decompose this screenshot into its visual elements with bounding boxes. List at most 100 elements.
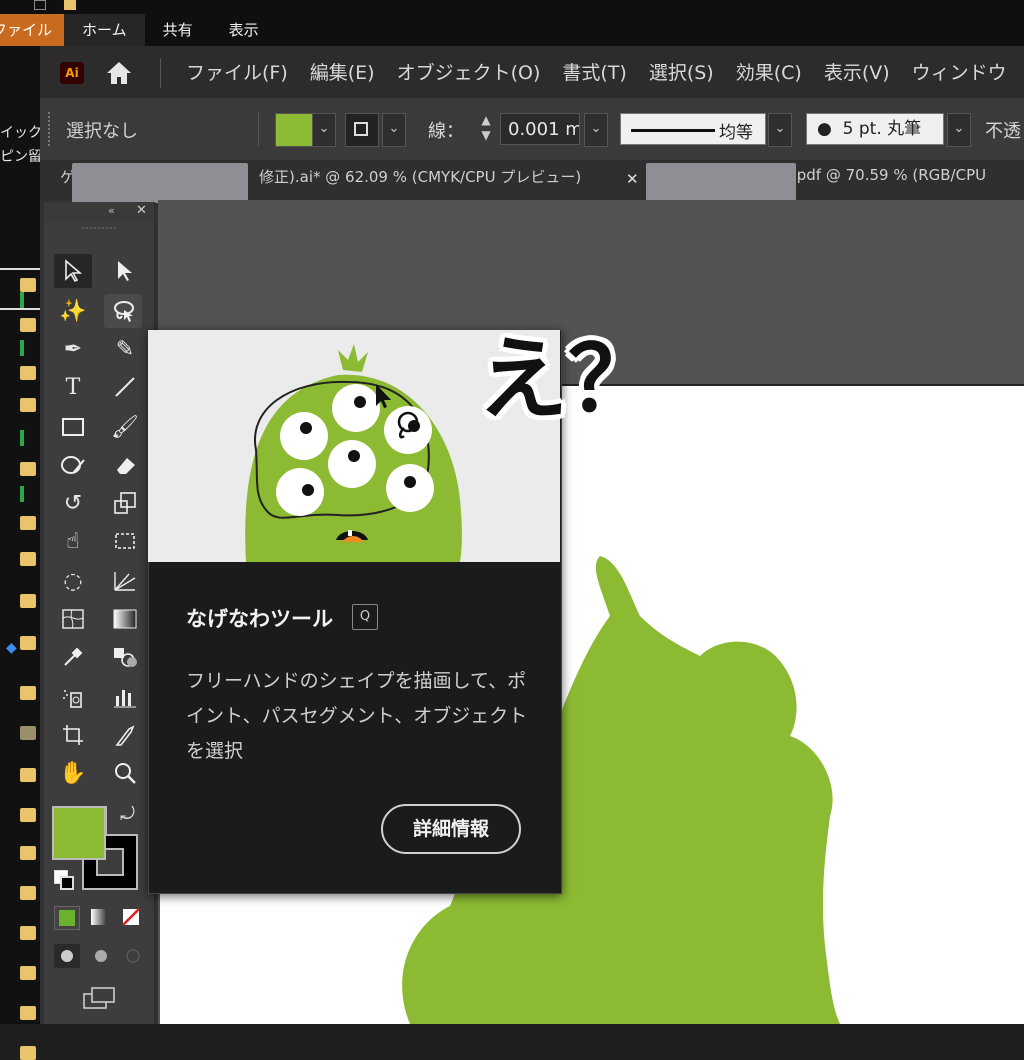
fill-color-button[interactable] (275, 113, 313, 147)
stroke-weight-chevron-icon[interactable]: ⌄ (584, 113, 608, 147)
gradient-tool-icon[interactable] (106, 602, 144, 636)
draw-inside-icon[interactable] (120, 944, 146, 968)
folder-icon[interactable] (20, 318, 36, 332)
free-transform-tool-icon[interactable] (106, 524, 144, 558)
menu-view[interactable]: 表示(V) (824, 58, 912, 88)
menu-file[interactable]: ファイル(F) (186, 58, 310, 88)
folder-icon[interactable] (20, 686, 36, 700)
folder-icon[interactable] (20, 768, 36, 782)
folder-icon[interactable] (20, 462, 36, 476)
tools-panel-header: « ✕ (44, 202, 154, 222)
explorer-tabs: ファイル ホーム 共有 表示 (0, 14, 277, 46)
folder-icon[interactable] (20, 278, 36, 292)
control-bar-grip[interactable] (48, 112, 54, 146)
drive-icon[interactable] (20, 726, 36, 740)
blend-tool-icon[interactable] (106, 640, 144, 674)
stroke-weight-input[interactable]: 0.001 mm (500, 113, 580, 145)
curvature-tool-icon[interactable]: ✎ (106, 332, 144, 366)
folder-icon[interactable] (20, 966, 36, 980)
variable-width-profile[interactable]: 均等 (620, 113, 766, 145)
home-icon[interactable] (104, 59, 134, 87)
eraser-tool-icon[interactable] (106, 448, 144, 482)
collapse-icon[interactable]: « (108, 204, 115, 217)
pin-indicator (20, 486, 24, 502)
perspective-grid-tool-icon[interactable] (106, 564, 144, 598)
folder-icon[interactable] (20, 1006, 36, 1020)
eyedropper-tool-icon[interactable] (54, 640, 92, 674)
scale-tool-icon[interactable] (106, 486, 144, 520)
folder-icon[interactable] (20, 366, 36, 380)
folder-icon[interactable] (20, 552, 36, 566)
shape-builder-tool-icon[interactable]: ◌ (54, 564, 92, 598)
hand-tool-icon[interactable]: ✋ (54, 756, 92, 790)
fill-swatch-front[interactable] (52, 806, 106, 860)
dropbox-icon[interactable]: ◆ (6, 640, 17, 656)
draw-behind-icon[interactable] (88, 944, 114, 968)
redacted-filename (646, 163, 796, 203)
lasso-tool-icon[interactable] (104, 294, 142, 328)
close-tab-icon[interactable]: ✕ (626, 170, 639, 188)
folder-icon[interactable] (20, 594, 36, 608)
pin-label[interactable]: ピン留 (0, 146, 42, 166)
swap-colors-icon[interactable]: ⤾ (120, 804, 135, 825)
explorer-tab-file[interactable]: ファイル (0, 14, 65, 46)
default-colors-stroke-icon[interactable] (60, 876, 74, 890)
folder-icon[interactable] (20, 846, 36, 860)
menu-select[interactable]: 選択(S) (649, 58, 736, 88)
menu-window[interactable]: ウィンドウ (912, 58, 1024, 88)
menu-effect[interactable]: 効果(C) (736, 58, 824, 88)
none-mode-icon[interactable] (120, 906, 142, 928)
artboard-tool-icon[interactable] (54, 718, 92, 752)
menu-object[interactable]: オブジェクト(O) (397, 58, 563, 88)
learn-more-button[interactable]: 詳細情報 (381, 804, 521, 854)
line-segment-tool-icon[interactable] (106, 370, 144, 404)
folder-icon[interactable] (20, 1046, 36, 1060)
magic-wand-tool-icon[interactable]: ✨ (54, 294, 92, 328)
rectangle-tool-icon[interactable] (54, 410, 92, 444)
mesh-tool-icon[interactable] (54, 602, 92, 636)
stroke-weight-stepper[interactable]: ▲ ▼ (474, 113, 498, 145)
color-mode-button[interactable] (54, 906, 80, 930)
quick-access-icon[interactable] (34, 0, 46, 10)
draw-normal-icon[interactable] (54, 944, 80, 968)
menu-type[interactable]: 書式(T) (562, 58, 648, 88)
folder-icon[interactable] (20, 516, 36, 530)
rotate-tool-icon[interactable]: ↺ (54, 486, 92, 520)
column-graph-tool-icon[interactable] (106, 680, 144, 714)
illustrator-logo: Ai (60, 62, 84, 84)
explorer-tab-home[interactable]: ホーム (64, 14, 145, 46)
pen-tool-icon[interactable]: ✒ (54, 332, 92, 366)
brush-definition[interactable]: ● 5 pt. 丸筆 (806, 113, 944, 145)
direct-selection-tool-icon[interactable] (106, 254, 144, 288)
puppet-warp-tool-icon[interactable]: ☝ (54, 524, 92, 558)
folder-icon[interactable] (20, 886, 36, 900)
type-tool-icon[interactable]: T (54, 370, 92, 404)
stroke-color-button[interactable] (345, 113, 379, 147)
shaper-tool-icon[interactable] (54, 448, 92, 482)
pin-indicator (20, 430, 24, 446)
folder-icon[interactable] (20, 926, 36, 940)
gradient-mode-icon[interactable] (88, 906, 110, 928)
explorer-tab-share[interactable]: 共有 (145, 14, 211, 46)
brush-chevron-icon[interactable]: ⌄ (947, 113, 971, 147)
paintbrush-tool-icon[interactable]: 🖌 (106, 410, 144, 444)
symbol-sprayer-tool-icon[interactable] (54, 680, 92, 714)
selection-status: 選択なし (66, 121, 138, 142)
selection-tool-icon[interactable] (54, 254, 92, 288)
quick-access-label[interactable]: イック (0, 122, 42, 142)
fill-dropdown-chevron-icon[interactable]: ⌄ (312, 113, 336, 147)
folder-icon[interactable] (64, 0, 76, 10)
folder-icon[interactable] (20, 808, 36, 822)
close-icon[interactable]: ✕ (136, 203, 147, 218)
explorer-tab-view[interactable]: 表示 (211, 14, 277, 46)
zoom-tool-icon[interactable] (106, 756, 144, 790)
folder-icon[interactable] (20, 636, 36, 650)
panel-grip-icon[interactable] (82, 225, 116, 231)
profile-chevron-icon[interactable]: ⌄ (768, 113, 792, 147)
stroke-dropdown-chevron-icon[interactable]: ⌄ (382, 113, 406, 147)
opacity-label[interactable]: 不透 (985, 117, 1021, 143)
screen-mode-icon[interactable] (82, 984, 118, 1012)
folder-icon[interactable] (20, 398, 36, 412)
menu-edit[interactable]: 編集(E) (310, 58, 397, 88)
knife-tool-icon[interactable] (106, 718, 144, 752)
